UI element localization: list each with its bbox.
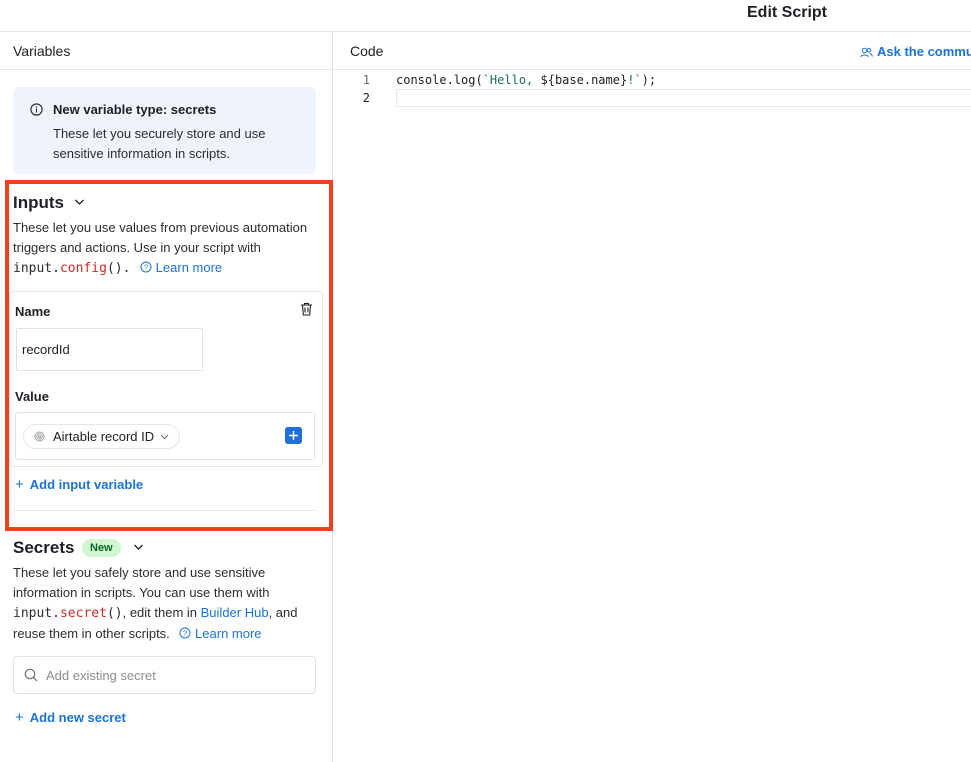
ask-community-link[interactable]: Ask the commu: [860, 44, 971, 59]
new-badge: New: [82, 539, 121, 557]
add-new-secret-button[interactable]: + Add new secret: [15, 709, 126, 726]
value-label: Value: [15, 389, 49, 404]
code-text: console.log(`Hello, ${base.name}!`);: [396, 73, 657, 87]
secrets-info-banner: New variable type: secrets These let you…: [13, 87, 316, 174]
help-icon: ?: [179, 627, 191, 639]
code-header: Code Ask the commu: [334, 32, 971, 70]
code-config: config: [59, 261, 107, 276]
code-title: Code: [350, 43, 384, 59]
line-number: 2: [362, 91, 370, 105]
info-banner-title: New variable type: secrets: [53, 102, 217, 117]
add-field-plus-icon[interactable]: [285, 427, 302, 444]
code-panel: Code Ask the commu 1 console.log(`Hello,…: [334, 32, 971, 762]
section-divider: [13, 510, 316, 511]
info-icon: [30, 103, 43, 116]
code-config-tail: ().: [106, 261, 131, 276]
variable-name-input[interactable]: [16, 328, 203, 371]
plus-icon: +: [15, 709, 24, 726]
ask-community-label: Ask the commu: [877, 44, 971, 59]
secrets-title: Secrets: [13, 538, 75, 557]
add-input-variable-label: Add input variable: [29, 477, 144, 492]
inputs-learn-more-link[interactable]: Learn more: [156, 260, 222, 275]
chevron-down-icon[interactable]: [133, 543, 144, 551]
inputs-description-text: These let you use values from previous a…: [13, 220, 308, 255]
add-input-variable-button[interactable]: + Add input variable: [15, 476, 143, 493]
svg-text:?: ?: [183, 629, 187, 638]
fingerprint-icon: [34, 431, 45, 442]
search-icon: [24, 668, 38, 682]
builder-hub-link[interactable]: Builder Hub: [201, 605, 269, 620]
window-title: Edit Script: [747, 4, 828, 21]
variable-value-field[interactable]: Airtable record ID: [15, 412, 315, 460]
code-secret: secret: [59, 606, 107, 621]
help-icon: ?: [140, 261, 152, 273]
inputs-title: Inputs: [13, 193, 64, 212]
svg-text:?: ?: [144, 263, 148, 272]
variables-header: Variables: [0, 32, 332, 70]
trash-icon[interactable]: [300, 302, 313, 316]
secret-search-field[interactable]: [13, 656, 316, 694]
input-variable-card: Name Value Airtable record ID: [9, 291, 323, 467]
secret-search-input[interactable]: [46, 665, 306, 685]
secrets-description-mid: , edit them in: [122, 605, 201, 620]
code-secret-tail: (): [106, 606, 123, 621]
code-input: input: [13, 261, 53, 276]
people-icon: [860, 47, 873, 58]
line-number: 1: [362, 73, 370, 87]
inputs-description: These let you use values from previous a…: [13, 220, 308, 276]
secrets-description: These let you safely store and use sensi…: [13, 565, 298, 641]
chevron-down-icon[interactable]: [74, 198, 85, 206]
plus-icon: +: [15, 476, 24, 493]
secrets-learn-more-link[interactable]: Learn more: [195, 626, 261, 641]
top-bar: Edit Script: [0, 0, 971, 32]
chevron-down-icon: [160, 434, 169, 439]
secrets-description-text: These let you safely store and use sensi…: [13, 565, 270, 600]
value-token-label: Airtable record ID: [53, 429, 155, 444]
add-new-secret-label: Add new secret: [29, 710, 126, 725]
code-line: 2: [334, 91, 971, 109]
variables-panel: Variables New variable type: secrets The…: [0, 32, 333, 762]
variables-title: Variables: [13, 43, 71, 59]
value-token-pill[interactable]: Airtable record ID: [23, 424, 181, 449]
info-banner-body: These let you securely store and use sen…: [53, 126, 266, 161]
code-input: input: [13, 606, 53, 621]
name-label: Name: [15, 304, 51, 319]
